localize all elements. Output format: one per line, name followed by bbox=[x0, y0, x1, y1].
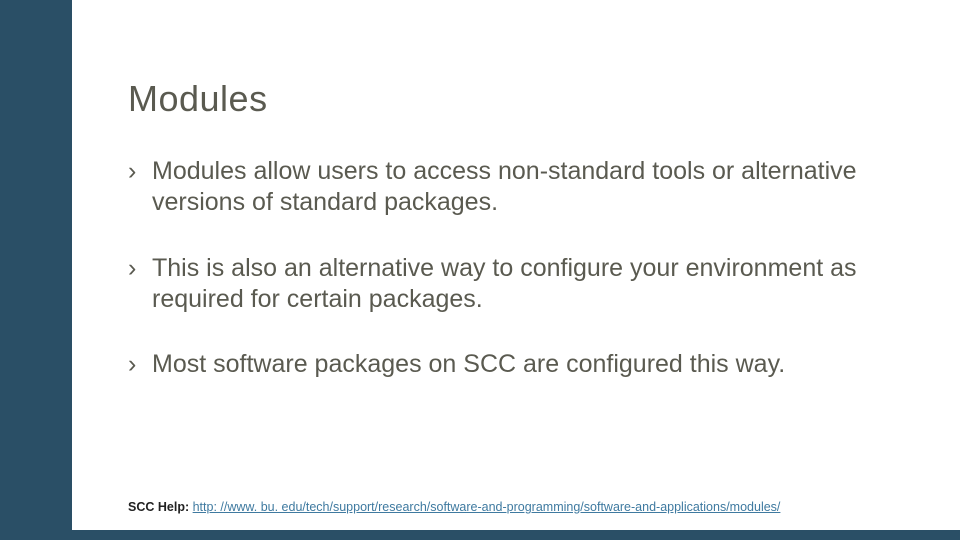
slide-title: Modules bbox=[128, 78, 900, 120]
footer-link[interactable]: http: //www. bu. edu/tech/support/resear… bbox=[193, 500, 781, 514]
slide: Modules Modules allow users to access no… bbox=[0, 0, 960, 540]
left-accent-bar bbox=[0, 0, 72, 540]
bullet-item: Most software packages on SCC are config… bbox=[128, 349, 900, 380]
bullet-list: Modules allow users to access non-standa… bbox=[128, 156, 900, 380]
bullet-item: This is also an alternative way to confi… bbox=[128, 253, 900, 316]
slide-content: Modules Modules allow users to access no… bbox=[128, 78, 900, 414]
bullet-item: Modules allow users to access non-standa… bbox=[128, 156, 900, 219]
bottom-accent-bar bbox=[0, 530, 960, 540]
footer: SCC Help: http: //www. bu. edu/tech/supp… bbox=[128, 500, 780, 514]
footer-label: SCC Help: bbox=[128, 500, 189, 514]
